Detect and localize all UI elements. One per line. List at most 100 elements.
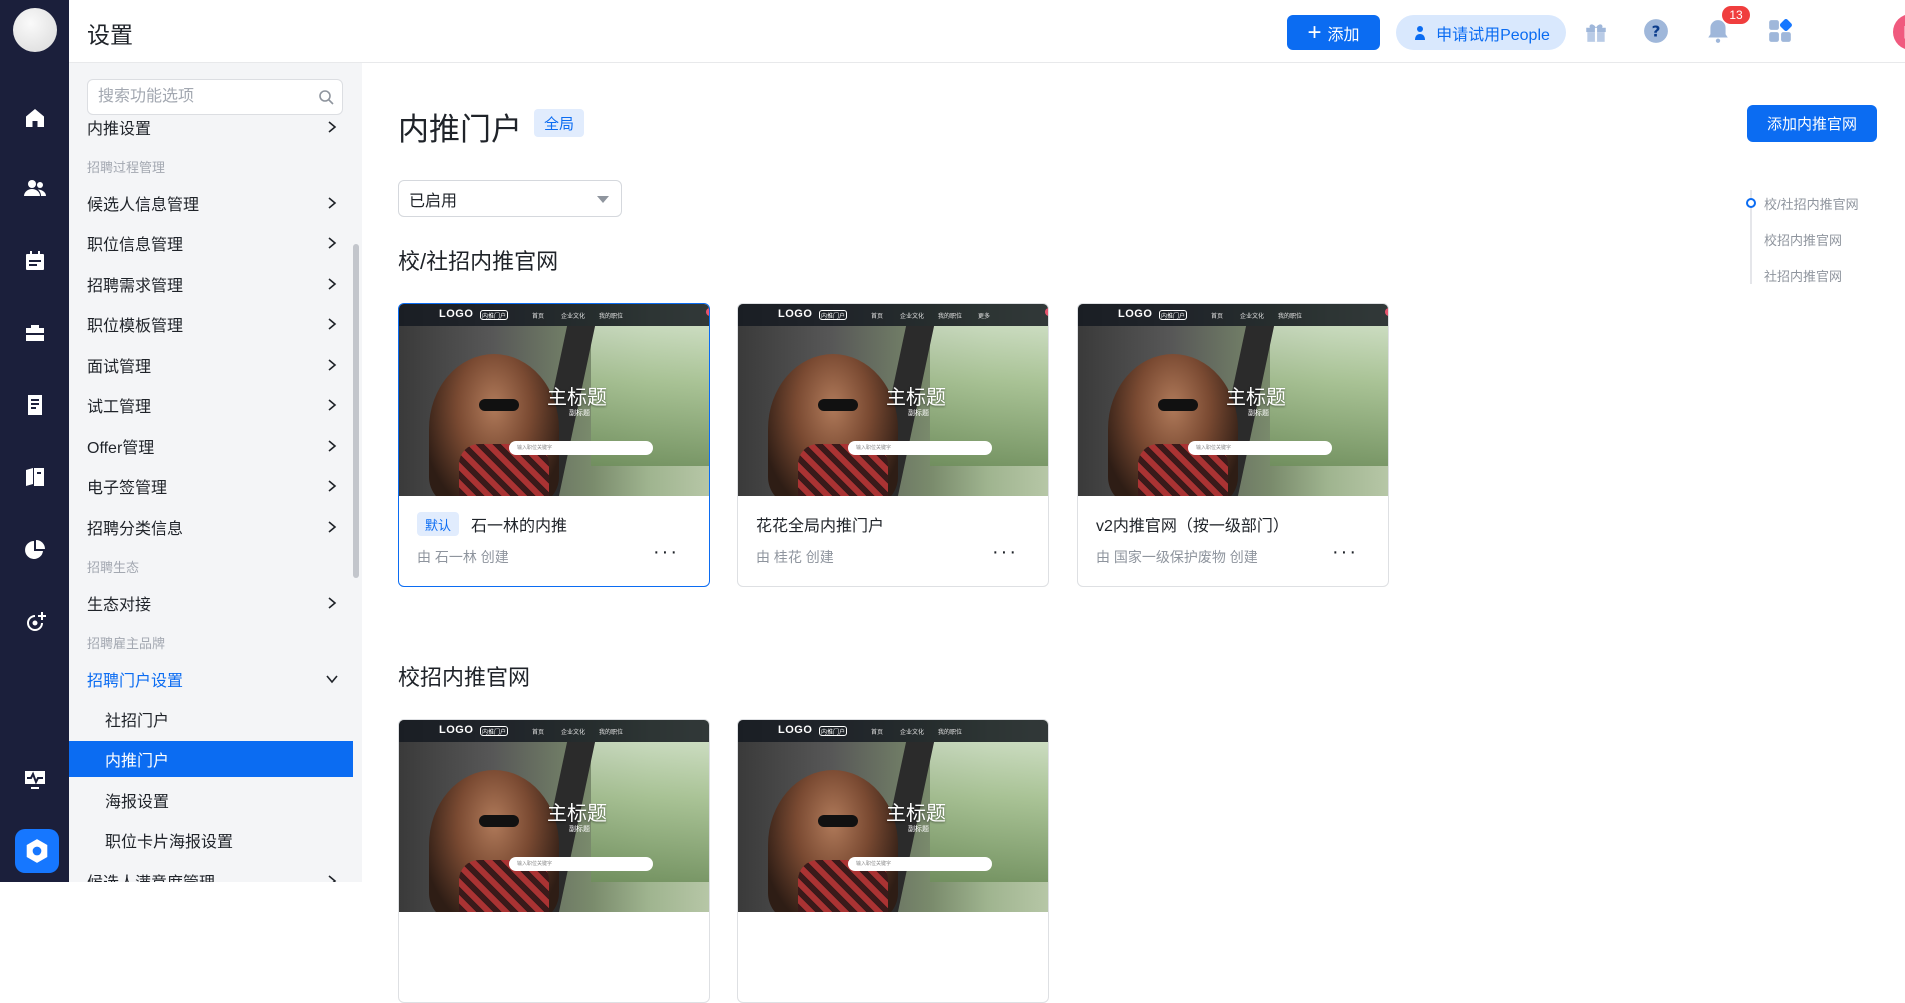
sidebar-item-label: 招聘需求管理 (87, 278, 184, 295)
trial-button[interactable]: 申请试用People (1396, 15, 1566, 50)
portal-card[interactable]: LOGO 内推门户 首页 企业文化 我的职位 主标题 副标题 输入职位关键字 (398, 719, 710, 1003)
chevron-right-icon (328, 399, 337, 411)
home-icon[interactable] (22, 105, 48, 131)
sidebar-item-label: 电子签管理 (87, 480, 168, 497)
chevron-right-icon (328, 318, 337, 330)
thumbnail-main-title: 主标题 (547, 387, 607, 409)
settings-app-icon[interactable] (15, 829, 59, 873)
anchor-active-dot (1746, 198, 1756, 208)
thumbnail-logo: LOGO (778, 724, 813, 736)
anchor-item[interactable]: 校招内推官网 (1764, 230, 1842, 249)
trial-button-label: 申请试用People (1436, 26, 1550, 44)
sidebar-item-offer[interactable]: Offer管理 (69, 428, 353, 464)
target-plus-icon[interactable] (22, 610, 48, 636)
portal-thumbnail: LOGO 内推门户 首页 企业文化 我的职位 更多 主标题 副标题 输入职位关键… (738, 304, 1048, 496)
more-icon[interactable]: ··· (992, 542, 1018, 562)
help-icon[interactable]: ? (1642, 17, 1670, 45)
settings-sidebar: 内推设置 招聘过程管理 候选人信息管理 职位信息管理 招聘需求管理 职位模板管理… (69, 63, 362, 882)
chevron-right-icon (328, 521, 337, 533)
thumbnail-search: 输入职位关键字 (848, 441, 992, 455)
sidebar-item-position-template[interactable]: 职位模板管理 (69, 306, 353, 342)
portal-thumbnail: LOGO 内推门户 首页 企业文化 我的职位 主标题 副标题 输入职位关键字 (399, 304, 709, 496)
pie-chart-icon[interactable] (22, 537, 48, 563)
thumbnail-nav-link: 我的职位 (938, 730, 963, 736)
sidebar-item-social-portal[interactable]: 社招门户 (69, 701, 353, 737)
anchor-item[interactable]: 社招内推官网 (1764, 266, 1842, 285)
top-bar: 设置 + 添加 申请试用People ? 13 盼 (69, 0, 1905, 63)
sidebar-item-label: 候选人信息管理 (87, 197, 200, 214)
thumbnail-main-title: 主标题 (886, 387, 946, 409)
thumbnail-nav-link: 首页 (871, 730, 884, 736)
thumbnail-search: 输入职位关键字 (509, 441, 653, 455)
sidebar-item-referral-portal[interactable]: 内推门户 (69, 741, 353, 777)
thumbnail-nav-link: 我的职位 (599, 730, 624, 736)
section-title: 校招内推官网 (398, 665, 531, 690)
sidebar-item-referral-settings[interactable]: 内推设置 (69, 109, 353, 145)
briefcase-icon[interactable] (22, 320, 48, 346)
status-filter-select[interactable]: 已启用 (398, 180, 622, 217)
sidebar-item-label: 招聘门户设置 (87, 673, 184, 690)
sidebar-item-trial-work[interactable]: 试工管理 (69, 387, 353, 423)
sidebar-item-portal-settings[interactable]: 招聘门户设置 (69, 661, 353, 697)
thumbnail-nav-link: 首页 (532, 314, 545, 320)
sidebar-item-candidate-info[interactable]: 候选人信息管理 (69, 185, 353, 221)
sidebar-item-label: 职位卡片海报设置 (105, 834, 234, 851)
more-icon[interactable]: ··· (1332, 542, 1358, 562)
sidebar-item-job-card-poster[interactable]: 职位卡片海报设置 (69, 822, 353, 858)
thumbnail-pill: 内推门户 (480, 310, 508, 320)
org-avatar[interactable] (13, 8, 57, 52)
portal-card[interactable]: LOGO 内推门户 首页 企业文化 我的职位 更多 主标题 副标题 输入职位关键… (737, 303, 1049, 587)
portal-card[interactable]: LOGO 内推门户 首页 企业文化 我的职位 主标题 副标题 输入职位关键字 v… (1077, 303, 1389, 587)
book-icon[interactable] (22, 464, 48, 490)
document-icon[interactable] (22, 392, 48, 418)
thumbnail-main-title: 主标题 (1226, 387, 1286, 409)
default-tag: 默认 (417, 512, 460, 536)
card-name: 石一林的内推 (471, 518, 568, 535)
thumbnail-sub-title: 副标题 (569, 410, 590, 417)
add-button-label: 添加 (1327, 26, 1360, 44)
calendar-icon[interactable] (22, 248, 48, 274)
user-avatar[interactable]: 盼 (1893, 14, 1905, 50)
add-button[interactable]: + 添加 (1287, 15, 1380, 50)
apps-icon[interactable] (1766, 17, 1794, 45)
thumbnail-nav-link: 我的职位 (1278, 314, 1303, 320)
people-icon[interactable] (22, 175, 48, 201)
notification-badge: 13 (1722, 6, 1750, 24)
app-rail (0, 0, 69, 882)
thumbnail-nav-link: 我的职位 (599, 314, 624, 320)
app-title: 设置 (87, 22, 133, 48)
portal-thumbnail: LOGO 内推门户 首页 企业文化 我的职位 主标题 副标题 输入职位关键字 (399, 720, 709, 912)
sidebar-group-label: 招聘雇主品牌 (87, 636, 166, 651)
thumbnail-nav-link: 首页 (871, 314, 884, 320)
sidebar-item-label: 社招门户 (105, 713, 170, 730)
person-icon (1415, 25, 1426, 40)
sidebar-scrollbar[interactable] (353, 244, 359, 578)
sidebar-item-recruit-demand[interactable]: 招聘需求管理 (69, 266, 353, 302)
anchor-item[interactable]: 校/社招内推官网 (1764, 194, 1859, 213)
sidebar-item-esign[interactable]: 电子签管理 (69, 468, 353, 504)
sidebar-item-position-info[interactable]: 职位信息管理 (69, 225, 353, 261)
sidebar-item-ecosystem[interactable]: 生态对接 (69, 585, 353, 621)
thumbnail-pill: 内推门户 (819, 726, 847, 736)
portal-card[interactable]: LOGO 内推门户 首页 企业文化 我的职位 主标题 副标题 输入职位关键字 (737, 719, 1049, 1003)
search-icon (319, 90, 334, 105)
thumbnail-nav-link: 首页 (1211, 314, 1224, 320)
sidebar-item-category-info[interactable]: 招聘分类信息 (69, 509, 353, 545)
chevron-right-icon (328, 359, 337, 371)
sidebar-item-label: 职位模板管理 (87, 318, 184, 335)
thumbnail-nav-link: 企业文化 (561, 730, 586, 736)
sidebar-item-candidate-satisfaction[interactable]: 候选人满意度管理 (69, 863, 353, 882)
sidebar-item-label: 内推门户 (105, 753, 170, 770)
add-referral-site-button[interactable]: 添加内推官网 (1747, 105, 1877, 142)
sidebar-item-poster-settings[interactable]: 海报设置 (69, 782, 353, 818)
thumbnail-sub-title: 副标题 (908, 410, 929, 417)
portal-thumbnail: LOGO 内推门户 首页 企业文化 我的职位 主标题 副标题 输入职位关键字 (1078, 304, 1388, 496)
monitor-pulse-icon[interactable] (22, 766, 48, 792)
thumbnail-nav-link: 更多 (978, 314, 991, 320)
gift-icon[interactable] (1582, 17, 1610, 45)
portal-card[interactable]: LOGO 内推门户 首页 企业文化 我的职位 主标题 副标题 输入职位关键字 默… (398, 303, 710, 587)
sidebar-item-interview[interactable]: 面试管理 (69, 347, 353, 383)
card-name-row: v2内推官网（按一级部门） (1096, 512, 1289, 536)
more-icon[interactable]: ··· (653, 542, 679, 562)
chevron-right-icon (328, 597, 337, 609)
